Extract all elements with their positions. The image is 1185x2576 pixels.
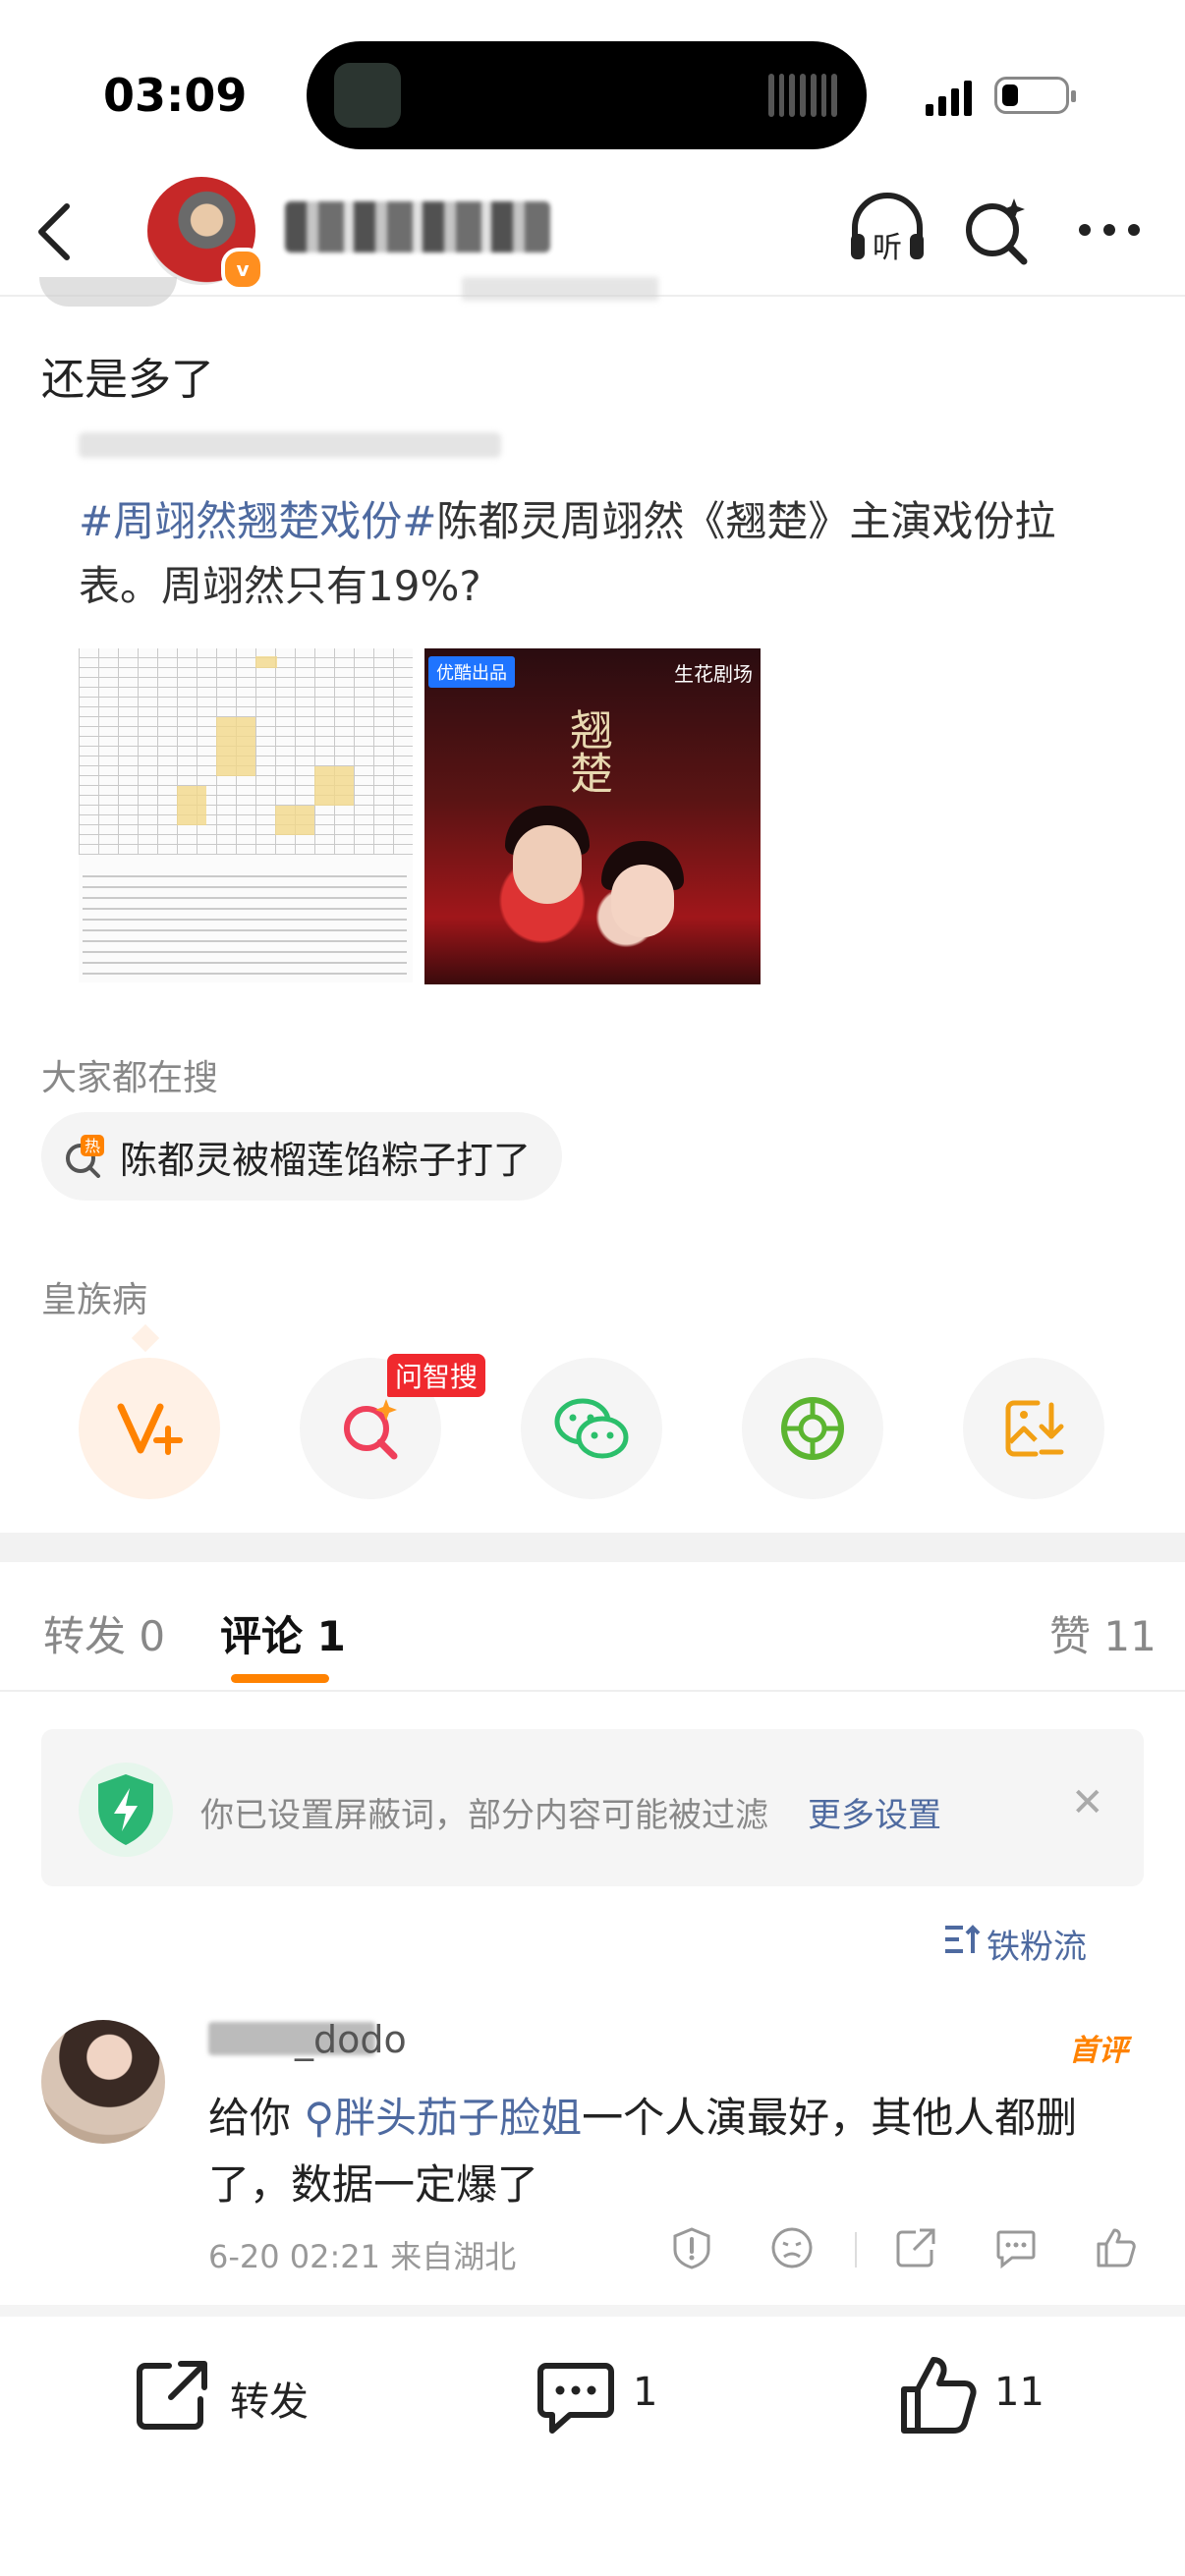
topic-label[interactable]: 皇族病 bbox=[41, 1271, 147, 1322]
bottom-bar-separator bbox=[0, 2305, 1185, 2317]
commenter-username[interactable]: _dodo bbox=[295, 2018, 407, 2061]
svg-text:热: 热 bbox=[85, 1137, 100, 1155]
verified-badge-icon: v bbox=[221, 248, 264, 291]
tab-likes[interactable]: 赞 11 bbox=[1049, 1603, 1157, 1663]
tab-divider bbox=[0, 1690, 1185, 1692]
image-drama-poster[interactable]: 优酷出品 生花剧场 翘楚 bbox=[424, 648, 761, 984]
tab-indicator bbox=[231, 1674, 329, 1683]
save-image-icon bbox=[1005, 1400, 1064, 1457]
quoted-post-meta-blurred bbox=[79, 432, 501, 458]
filter-notice-text: 你已设置屏蔽词，部分内容可能被过滤 bbox=[200, 1796, 768, 1835]
cellular-signal-icon bbox=[926, 77, 973, 116]
ai-search-icon bbox=[344, 1399, 398, 1460]
commenter-avatar[interactable] bbox=[41, 2020, 165, 2144]
search-ai-icon[interactable] bbox=[963, 193, 1032, 267]
tooltip-caret bbox=[131, 1323, 160, 1353]
back-icon[interactable] bbox=[33, 202, 73, 261]
image-cast-table[interactable] bbox=[79, 648, 413, 982]
cutoff-avatar bbox=[39, 277, 177, 307]
hashtag-link[interactable]: #周翊然翘楚戏份# bbox=[79, 497, 436, 545]
shield-icon bbox=[79, 1763, 173, 1857]
hot-search-icon: 热 bbox=[63, 1135, 106, 1178]
svg-text:听: 听 bbox=[873, 231, 902, 265]
tab-reposts[interactable]: 转发 0 bbox=[43, 1603, 165, 1663]
poster-badge: 优酷出品 bbox=[428, 656, 515, 688]
more-settings-link[interactable]: 更多设置 bbox=[808, 1788, 941, 1836]
like-icon[interactable] bbox=[898, 2354, 977, 2436]
island-audio-icon bbox=[768, 71, 838, 120]
listen-icon[interactable]: 听 bbox=[847, 193, 928, 267]
like-count[interactable]: 11 bbox=[994, 2370, 1044, 2415]
share-comment-icon[interactable] bbox=[894, 2226, 937, 2269]
action-divider bbox=[855, 2232, 857, 2268]
more-icon[interactable] bbox=[1077, 222, 1142, 238]
hot-search-chip[interactable]: 热 陈都灵被榴莲馅粽子打了 bbox=[41, 1112, 563, 1201]
author-name-redacted[interactable] bbox=[285, 201, 550, 252]
comment-text: 给你 ⚲胖头茄子脸姐一个人演最好，其他人都删了，数据一定爆了 bbox=[208, 2094, 1078, 2209]
island-camera-icon bbox=[334, 63, 401, 128]
everyone-searching-label: 大家都在搜 bbox=[41, 1058, 219, 1098]
sort-icon[interactable] bbox=[943, 1924, 981, 1955]
repost-button-label[interactable]: 转发 bbox=[230, 2370, 309, 2427]
comment-icon[interactable] bbox=[536, 2360, 615, 2435]
save-image-button[interactable] bbox=[963, 1358, 1104, 1499]
first-comment-badge: 首评 bbox=[1069, 2034, 1128, 2068]
repost-v-button[interactable] bbox=[79, 1358, 220, 1499]
moments-icon bbox=[781, 1397, 844, 1460]
hot-search-query: 陈都灵被榴莲馅粽子打了 bbox=[120, 1138, 532, 1182]
section-separator bbox=[0, 1533, 1185, 1562]
battery-icon bbox=[994, 77, 1076, 114]
v-plus-icon bbox=[117, 1403, 183, 1455]
ai-search-badge: 问智搜 bbox=[387, 1354, 486, 1397]
poster-title: 翘楚 bbox=[562, 707, 612, 794]
comment-like-icon[interactable] bbox=[1095, 2226, 1138, 2269]
close-icon[interactable]: ✕ bbox=[1071, 1780, 1104, 1825]
sort-fans-label[interactable]: 铁粉流 bbox=[987, 1920, 1087, 1968]
comment-count[interactable]: 1 bbox=[633, 2370, 657, 2415]
share-moments-button[interactable] bbox=[742, 1358, 883, 1499]
status-time: 03:09 bbox=[103, 69, 248, 122]
wechat-icon bbox=[554, 1398, 629, 1459]
cutoff-meta bbox=[462, 277, 658, 301]
report-icon[interactable] bbox=[670, 2226, 713, 2269]
post-text: 还是多了 bbox=[41, 355, 214, 405]
poster-studio: 生花剧场 bbox=[674, 662, 753, 686]
mention-search-link[interactable]: ⚲胖头茄子脸姐 bbox=[291, 2094, 582, 2142]
reply-icon[interactable] bbox=[994, 2226, 1038, 2269]
tab-comments[interactable]: 评论 1 bbox=[220, 1603, 346, 1663]
quoted-post-text: #周翊然翘楚戏份#陈都灵周翊然《翘楚》主演戏份拉表。周翊然只有19%? bbox=[79, 489, 1120, 619]
comment-meta: 6-20 02:21 来自湖北 bbox=[208, 2238, 517, 2275]
share-wechat-button[interactable] bbox=[521, 1358, 662, 1499]
dynamic-island bbox=[307, 41, 867, 149]
dislike-face-icon[interactable] bbox=[770, 2226, 814, 2269]
repost-icon[interactable] bbox=[134, 2358, 212, 2433]
